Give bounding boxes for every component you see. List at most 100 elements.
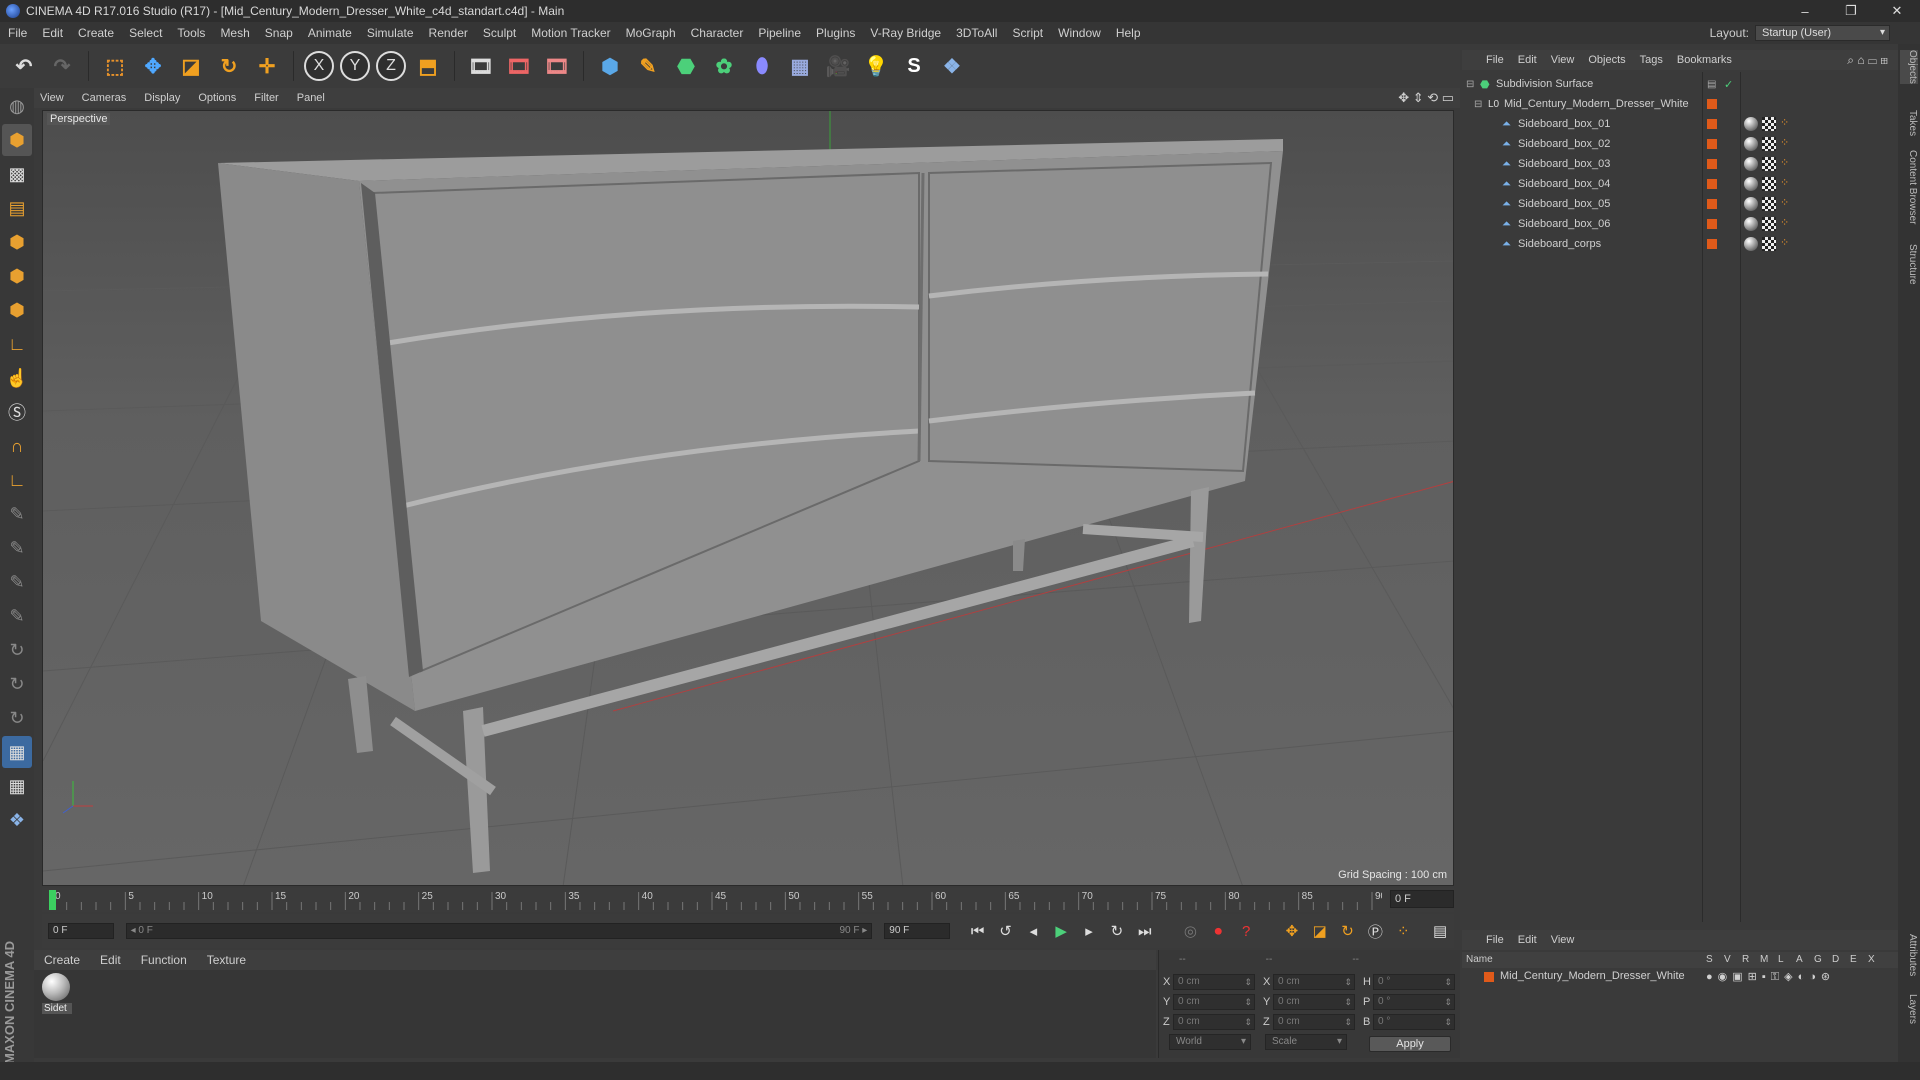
edges-mode-icon[interactable]: ⬢ xyxy=(2,260,32,292)
size-y-field[interactable]: 0 cm xyxy=(1273,994,1355,1010)
record-active-objects-icon[interactable]: ◎ xyxy=(1180,920,1202,942)
timeline-ruler[interactable]: 051015202530354045505560657075808590 xyxy=(42,888,1454,912)
object-row[interactable]: ⊟ ⬣ Subdivision Surface ▤ ✓ xyxy=(1462,74,1898,94)
paint-brush-icon[interactable]: ✎ xyxy=(2,532,32,564)
selection-tag-icon[interactable]: ⁘ xyxy=(1780,237,1792,249)
uvw-tag-icon[interactable] xyxy=(1762,137,1776,151)
rotation-b-field[interactable]: 0 ° xyxy=(1373,1014,1455,1030)
coord-scale-dropdown[interactable]: Scale xyxy=(1265,1034,1347,1050)
play-forward-icon[interactable]: ▶ xyxy=(1050,920,1072,942)
knife-tool-icon[interactable]: ↻ xyxy=(2,702,32,734)
points-mode-icon[interactable]: ⬢ xyxy=(2,226,32,258)
subdivision-generator-icon[interactable]: ⬣ xyxy=(670,49,702,83)
smooth-brush-icon[interactable]: ✎ xyxy=(2,566,32,598)
selection-tag-icon[interactable]: ⁘ xyxy=(1780,217,1792,229)
grid-snap-icon[interactable]: ▦ xyxy=(2,736,32,768)
layer-color-swatch[interactable] xyxy=(1707,199,1717,209)
layer-menu-view[interactable]: View xyxy=(1551,934,1575,946)
material-tag-icon[interactable] xyxy=(1744,117,1758,131)
camera-icon[interactable]: 🎥 xyxy=(822,49,854,83)
go-to-start-icon[interactable]: ⏮ xyxy=(967,920,989,942)
tab-content-browser[interactable]: Content Browser xyxy=(1900,150,1918,224)
minimize-button[interactable]: – xyxy=(1782,0,1828,22)
pull-brush-icon[interactable]: ✎ xyxy=(2,600,32,632)
lasso-tool-icon[interactable]: ↻ xyxy=(2,668,32,700)
scale-tool-icon[interactable]: ◪ xyxy=(175,49,207,83)
layer-flag-icons[interactable]: ●◉▣⊞▪⚿◈◐◑⊛ xyxy=(1706,970,1835,984)
previous-key-icon[interactable]: ↺ xyxy=(995,920,1017,942)
tab-structure[interactable]: Structure xyxy=(1900,244,1918,285)
material-tag-icon[interactable] xyxy=(1744,237,1758,251)
texture-mode-icon[interactable]: ▩ xyxy=(2,158,32,190)
material-tag-icon[interactable] xyxy=(1744,217,1758,231)
object-menu-bookmarks[interactable]: Bookmarks xyxy=(1677,54,1732,66)
uvw-tag-icon[interactable] xyxy=(1762,177,1776,191)
workplane-mode-icon[interactable]: ▤ xyxy=(2,192,32,224)
restore-button[interactable]: ❐ xyxy=(1828,0,1874,22)
tab-objects[interactable]: Objects xyxy=(1900,50,1918,84)
sculpt-brush-icon[interactable]: ✎ xyxy=(2,498,32,530)
deformer-icon[interactable]: ⬮ xyxy=(746,49,778,83)
size-z-field[interactable]: 0 cm xyxy=(1273,1014,1355,1030)
object-menu-edit[interactable]: Edit xyxy=(1518,54,1537,66)
menu-vray-bridge[interactable]: V-Ray Bridge xyxy=(870,26,941,40)
position-x-field[interactable]: 0 cm xyxy=(1173,974,1255,990)
redo-icon[interactable]: ↷ xyxy=(46,49,78,83)
playhead-marker[interactable] xyxy=(49,890,56,910)
material-tag-icon[interactable] xyxy=(1744,177,1758,191)
object-row[interactable]: ⏶ Sideboard_box_03 ⁘ xyxy=(1462,154,1898,174)
key-parameter-icon[interactable]: Ⓟ xyxy=(1364,920,1386,942)
material-menu-create[interactable]: Create xyxy=(44,953,80,967)
object-row[interactable]: ⏶ Sideboard_box_06 ⁘ xyxy=(1462,214,1898,234)
rotate-tool-icon[interactable]: ↻ xyxy=(213,49,245,83)
position-z-field[interactable]: 0 cm xyxy=(1173,1014,1255,1030)
selection-tag-icon[interactable]: ⁘ xyxy=(1780,197,1792,209)
rotation-h-field[interactable]: 0 ° xyxy=(1373,974,1455,990)
menu-pipeline[interactable]: Pipeline xyxy=(758,26,801,40)
uvw-tag-icon[interactable] xyxy=(1762,217,1776,231)
menu-motion-tracker[interactable]: Motion Tracker xyxy=(531,26,610,40)
object-menu-file[interactable]: File xyxy=(1486,54,1504,66)
key-pla-icon[interactable]: ⁘ xyxy=(1392,920,1414,942)
next-frame-icon[interactable]: ▸ xyxy=(1078,920,1100,942)
menu-script[interactable]: Script xyxy=(1012,26,1043,40)
render-settings-icon[interactable]: 🎞 xyxy=(541,49,573,83)
viewport-menu-view[interactable]: View xyxy=(40,92,64,104)
end-frame-field[interactable]: 90 F xyxy=(884,923,950,939)
next-key-icon[interactable]: ↻ xyxy=(1106,920,1128,942)
menu-plugins[interactable]: Plugins xyxy=(816,26,855,40)
menu-mesh[interactable]: Mesh xyxy=(220,26,249,40)
tab-layers[interactable]: Layers xyxy=(1900,994,1918,1024)
spline-pen-icon[interactable]: ✎ xyxy=(632,49,664,83)
apply-button[interactable]: Apply xyxy=(1369,1036,1451,1052)
viewport-menu-options[interactable]: Options xyxy=(198,92,236,104)
layer-toggle-icon[interactable]: ▤ xyxy=(1707,79,1716,90)
uvw-tag-icon[interactable] xyxy=(1762,197,1776,211)
layer-color-swatch[interactable] xyxy=(1707,219,1717,229)
previous-frame-icon[interactable]: ◂ xyxy=(1022,920,1044,942)
viewport-navigation-icons[interactable]: ✥ ⇕ ⟲ ▭ xyxy=(1398,90,1454,106)
menu-tools[interactable]: Tools xyxy=(177,26,205,40)
size-x-field[interactable]: 0 cm xyxy=(1273,974,1355,990)
object-row[interactable]: ⏶ Sideboard_box_02 ⁘ xyxy=(1462,134,1898,154)
current-frame-field[interactable]: 0 F xyxy=(1390,890,1454,908)
viewport-menu-display[interactable]: Display xyxy=(144,92,180,104)
floor-scene-icon[interactable]: ▦ xyxy=(784,49,816,83)
key-scale-icon[interactable]: ◪ xyxy=(1309,920,1331,942)
mograph-cloner-icon[interactable]: ✿ xyxy=(708,49,740,83)
key-position-icon[interactable]: ✥ xyxy=(1281,920,1303,942)
menu-file[interactable]: File xyxy=(8,26,27,40)
selection-tag-icon[interactable]: ⁘ xyxy=(1780,137,1792,149)
coordinate-system-icon[interactable]: ⬒ xyxy=(412,49,444,83)
vray-logo-icon[interactable]: S xyxy=(898,49,930,83)
selection-tag-icon[interactable]: ⁘ xyxy=(1780,177,1792,189)
material-menu-function[interactable]: Function xyxy=(141,953,187,967)
layer-color-swatch[interactable] xyxy=(1707,99,1717,109)
python-script-icon[interactable]: ❖ xyxy=(2,804,32,836)
material-tag-icon[interactable] xyxy=(1744,157,1758,171)
make-editable-icon[interactable]: ◍ xyxy=(2,90,32,122)
object-menu-tags[interactable]: Tags xyxy=(1640,54,1663,66)
menu-render[interactable]: Render xyxy=(429,26,468,40)
workplane-icon[interactable]: ∟ xyxy=(2,464,32,496)
go-to-end-icon[interactable]: ⏭ xyxy=(1134,920,1156,942)
